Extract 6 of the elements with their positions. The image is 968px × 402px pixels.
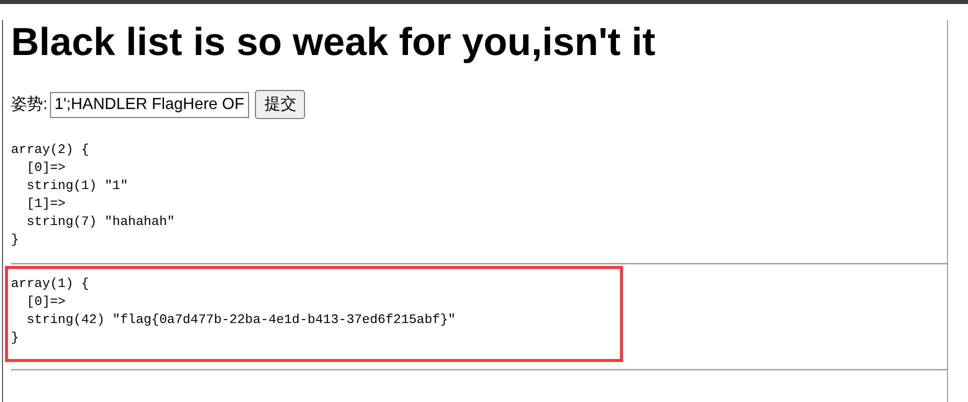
query-input[interactable]: 1';HANDLER FlagHere OF [50, 92, 250, 118]
submit-button[interactable]: 提交 [255, 90, 306, 119]
page-heading: Black list is so weak for you,isn't it [11, 20, 656, 66]
var-dump-output: array(2) { [0]=> string(1) "1" [1]=> string(7) "hahahah" } [11, 141, 176, 249]
var-dump-output: array(1) { [0]=> string(42) "flag{0a7d477b-22ba-4e1d-b413-37ed6f215abf}" } [11, 275, 457, 347]
field-label: 姿势: [11, 94, 48, 115]
